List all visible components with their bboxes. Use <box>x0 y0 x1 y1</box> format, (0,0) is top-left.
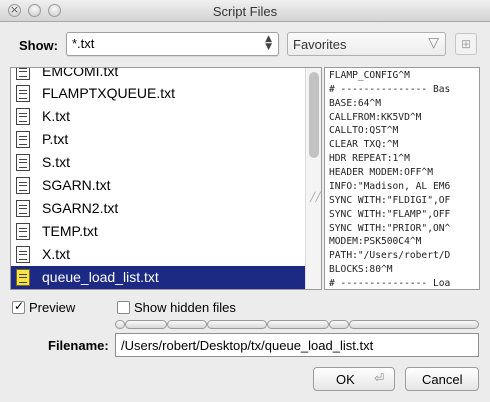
ok-button-label: OK <box>336 372 355 387</box>
file-row[interactable]: K.txt <box>11 105 305 128</box>
preview-line: HEADER MODEM:OFF^M <box>329 167 433 178</box>
filename-value: /Users/robert/Desktop/tx/queue_load_list… <box>121 338 374 353</box>
preview-line: SYNC WITH:"FLDIGI",OF <box>329 195 451 206</box>
file-list-scrollbar[interactable] <box>305 68 321 289</box>
preview-line: MODEM:PSK500C4^M <box>329 236 422 247</box>
text-file-icon <box>16 85 30 102</box>
file-row[interactable]: TEMP.txt <box>11 220 305 243</box>
text-file-icon <box>16 68 30 80</box>
favorites-label: Favorites <box>293 37 347 52</box>
preview-line: # --------------- Loa <box>329 278 451 289</box>
file-name: K.txt <box>42 108 71 124</box>
file-row[interactable]: SGARN.txt <box>11 174 305 197</box>
favorites-menu[interactable]: Favorites ▽ <box>287 32 446 56</box>
file-name: queue_load_list.txt <box>42 269 159 285</box>
dropdown-triangle-icon: ▽ <box>428 35 439 51</box>
path-breadcrumb <box>115 320 479 329</box>
preview-checkbox[interactable]: ✓ <box>12 299 25 314</box>
preview-line: CALLTO:QST^M <box>329 125 399 136</box>
preview-line: HDR REPEAT:1^M <box>329 153 410 164</box>
file-row[interactable]: S.txt <box>11 151 305 174</box>
preview-line: FLAMP_CONFIG^M <box>329 70 410 81</box>
file-name: SGARN.txt <box>42 177 111 193</box>
file-row[interactable]: X.txt <box>11 243 305 266</box>
resize-grip-icon[interactable]: ╱╱ <box>310 193 321 203</box>
preview-line: BASE:64^M <box>329 98 381 109</box>
scrollbar-thumb[interactable] <box>309 72 319 158</box>
text-file-icon <box>16 154 30 171</box>
file-name: X.txt <box>42 246 71 262</box>
preview-line: PATH:"/Users/robert/D <box>329 250 451 261</box>
preview-line: BLOCKS:80^M <box>329 264 393 275</box>
add-favorite-button[interactable]: ⊞ <box>455 33 477 55</box>
text-file-icon <box>16 177 30 194</box>
file-name: P.txt <box>42 131 69 147</box>
path-segment-button[interactable] <box>115 320 125 329</box>
path-segment-button[interactable] <box>125 320 167 329</box>
text-file-icon <box>16 131 30 148</box>
file-row[interactable]: P.txt <box>11 128 305 151</box>
preview-line: SYNC WITH:"FLAMP",OFF <box>329 209 451 220</box>
text-file-icon <box>16 246 30 263</box>
file-name: S.txt <box>42 154 71 170</box>
path-segment-button[interactable] <box>329 320 349 329</box>
preview-line: INFO:"Madison, AL EM6 <box>329 181 451 192</box>
ok-button[interactable]: OK ⏎ <box>313 367 395 391</box>
preview-pane: FLAMP_CONFIG^M # --------------- Bas BAS… <box>324 67 480 290</box>
preview-line: CLEAR TXQ:^M <box>329 139 399 150</box>
text-file-icon <box>16 108 30 125</box>
file-row[interactable]: SGARN2.txt <box>11 197 305 220</box>
path-segment-button[interactable] <box>167 320 207 329</box>
file-name: TEMP.txt <box>42 223 98 239</box>
checkmark-icon: ✓ <box>14 299 25 313</box>
show-hidden-label: Show hidden files <box>134 300 236 315</box>
return-key-icon: ⏎ <box>373 371 384 385</box>
show-hidden-checkbox[interactable] <box>117 301 130 314</box>
cancel-button[interactable]: Cancel <box>405 367 479 391</box>
preview-line: CALLFROM:KK5VD^M <box>329 112 422 123</box>
file-name: EMCOMI.txt <box>42 67 119 79</box>
preview-label: Preview <box>29 300 76 315</box>
show-label: Show: <box>19 38 58 53</box>
preview-line: # --------------- Bas <box>329 84 451 95</box>
title-bar: × Script Files <box>0 0 490 22</box>
file-row[interactable]: FLAMPTXQUEUE.txt <box>11 82 305 105</box>
add-folder-icon: ⊞ <box>461 37 472 51</box>
path-segment-button[interactable] <box>349 320 479 329</box>
file-name: FLAMPTXQUEUE.txt <box>42 85 176 101</box>
cancel-button-label: Cancel <box>422 372 463 387</box>
text-file-icon <box>16 223 30 240</box>
filename-field[interactable]: /Users/robert/Desktop/tx/queue_load_list… <box>115 333 479 357</box>
preview-line: SYNC WITH:"PRIOR",ON^ <box>329 223 451 234</box>
updown-arrows-icon: ▲ ▼ <box>265 34 272 52</box>
text-file-icon <box>16 269 30 286</box>
file-filter-select[interactable]: *.txt ▲ ▼ <box>66 32 279 56</box>
window-title: Script Files <box>212 4 278 19</box>
file-name: SGARN2.txt <box>42 200 119 216</box>
script-files-dialog: × Script Files Show: *.txt ▲ ▼ Favorites … <box>0 0 490 402</box>
file-list[interactable]: EMCOMI.txt FLAMPTXQUEUE.txt K.txt P.txt … <box>10 67 322 290</box>
file-filter-value: *.txt <box>72 36 95 51</box>
path-segment-button[interactable] <box>267 320 329 329</box>
file-row[interactable]: EMCOMI.txt <box>11 67 305 83</box>
file-row-selected[interactable]: queue_load_list.txt <box>11 266 305 289</box>
filename-label: Filename: <box>48 338 109 353</box>
path-segment-button[interactable] <box>207 320 267 329</box>
text-file-icon <box>16 200 30 217</box>
